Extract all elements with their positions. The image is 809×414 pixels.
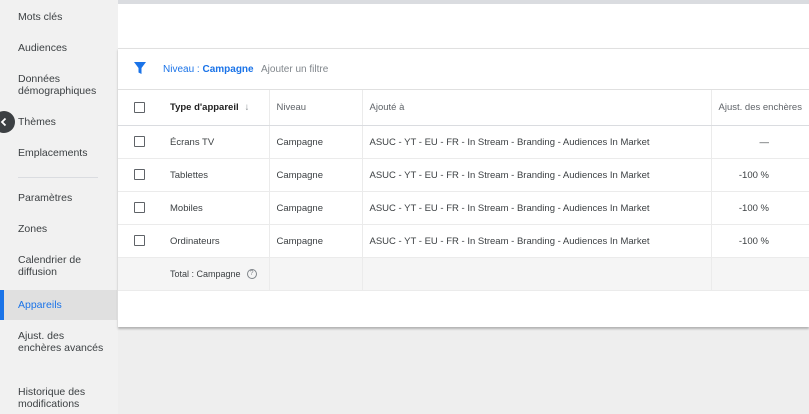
added-to-cell[interactable]: ASUC - YT - EU - FR - In Stream - Brandi… [361, 158, 711, 192]
table-header-row: Type d'appareil ↓ Niveau Ajouté à Ajust. … [118, 89, 809, 126]
device-type-cell: Tablettes [163, 158, 269, 192]
total-row: Total : Campagne? [118, 257, 809, 291]
sidebar-item-settings[interactable]: Paramètres [0, 192, 117, 204]
row-checkbox[interactable] [134, 202, 145, 214]
level-cell: Campagne [268, 224, 362, 258]
header-device-type[interactable]: Type d'appareil ↓ [163, 89, 269, 126]
chevron-left-icon [0, 117, 7, 127]
added-to-cell[interactable]: ASUC - YT - EU - FR - In Stream - Brandi… [361, 125, 711, 159]
devices-table-card: Niveau : Campagne Ajouter un filtre Type… [118, 48, 809, 327]
sidebar-item-placements[interactable]: Emplacements [0, 147, 117, 159]
sidebar-item-topics[interactable]: Thèmes [0, 116, 117, 128]
bid-adjustment-cell[interactable]: — [710, 125, 809, 159]
header-bid-adjustment[interactable]: Ajust. des enchères [710, 89, 809, 126]
device-type-cell: Ordinateurs [163, 224, 269, 258]
sidebar: Mots clés Audiences Données démographiqu… [0, 0, 118, 414]
select-all-checkbox[interactable] [134, 101, 145, 113]
bid-adjustment-cell[interactable]: -100 % [710, 191, 809, 225]
bid-adjustment-cell[interactable]: -100 % [710, 158, 809, 192]
sidebar-item-advanced-bid-adj[interactable]: Ajust. des enchères avancés [0, 330, 110, 354]
add-filter-link[interactable]: Ajouter un filtre [261, 64, 328, 75]
header-level[interactable]: Niveau [268, 89, 362, 126]
header-added-to[interactable]: Ajouté à [361, 89, 711, 126]
added-to-cell[interactable]: ASUC - YT - EU - FR - In Stream - Brandi… [361, 191, 711, 225]
level-cell: Campagne [268, 191, 362, 225]
top-card [118, 0, 809, 48]
sidebar-item-demographics[interactable]: Données démographiques [0, 73, 110, 97]
sidebar-item-ad-schedule[interactable]: Calendrier de diffusion [0, 254, 100, 278]
level-filter-chip[interactable]: Niveau : Campagne [163, 64, 254, 75]
level-cell: Campagne [268, 125, 362, 159]
table-row: Écrans TV Campagne ASUC - YT - EU - FR -… [118, 125, 809, 159]
table-row: Tablettes Campagne ASUC - YT - EU - FR -… [118, 158, 809, 192]
device-type-cell: Mobiles [163, 191, 269, 225]
sidebar-item-locations[interactable]: Zones [0, 223, 117, 235]
devices-table: Type d'appareil ↓ Niveau Ajouté à Ajust. … [118, 89, 809, 291]
level-cell: Campagne [268, 158, 362, 192]
sidebar-item-keywords[interactable]: Mots clés [0, 11, 117, 23]
sidebar-item-devices[interactable]: Appareils [0, 290, 117, 320]
device-type-cell: Écrans TV [163, 125, 269, 159]
total-label-cell: Total : Campagne? [163, 257, 269, 291]
select-all-cell [118, 89, 163, 126]
sort-down-icon[interactable]: ↓ [245, 102, 250, 113]
sidebar-item-audiences[interactable]: Audiences [0, 42, 117, 54]
table-row: Mobiles Campagne ASUC - YT - EU - FR - I… [118, 191, 809, 225]
filter-bar: Niveau : Campagne Ajouter un filtre [118, 49, 809, 89]
bid-adjustment-cell[interactable]: -100 % [710, 224, 809, 258]
help-icon[interactable]: ? [246, 269, 257, 280]
sidebar-item-change-history[interactable]: Historique des modifications [0, 386, 100, 410]
row-checkbox[interactable] [134, 235, 145, 247]
added-to-cell[interactable]: ASUC - YT - EU - FR - In Stream - Brandi… [361, 224, 711, 258]
sidebar-divider [18, 177, 98, 178]
row-checkbox[interactable] [134, 169, 145, 181]
table-row: Ordinateurs Campagne ASUC - YT - EU - FR… [118, 224, 809, 258]
filter-icon[interactable] [134, 62, 146, 75]
row-checkbox[interactable] [134, 136, 145, 148]
